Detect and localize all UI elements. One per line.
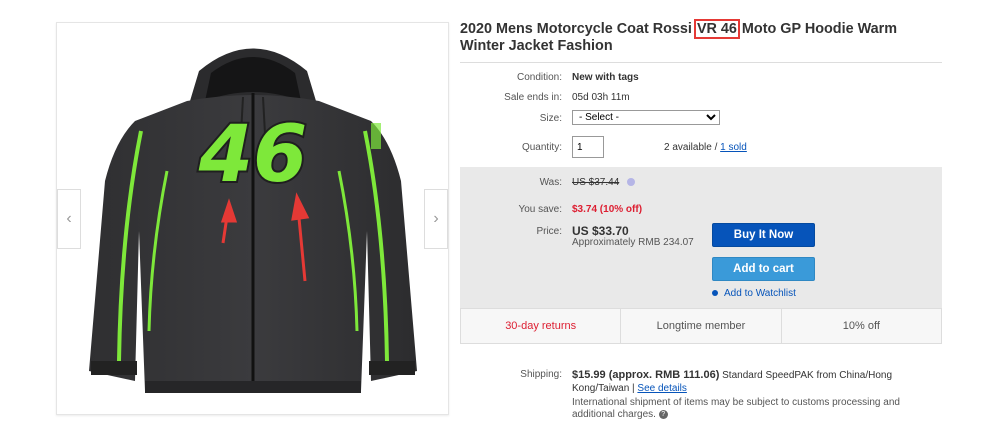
price-value: US $33.70 bbox=[572, 224, 629, 238]
help-icon[interactable]: ? bbox=[658, 409, 668, 419]
sold-link[interactable]: 1 sold bbox=[720, 142, 747, 153]
condition-value: New with tags bbox=[572, 72, 639, 83]
save-label: You save: bbox=[518, 204, 562, 215]
price-approx: Approximately RMB 234.07 bbox=[572, 237, 694, 248]
jacket-number-graphic: 46 bbox=[198, 110, 308, 200]
info-icon[interactable] bbox=[627, 178, 636, 187]
returns-badge: 30-day returns bbox=[461, 309, 622, 343]
shipping-note: International shipment of items may be s… bbox=[572, 397, 900, 420]
image-gallery: 46 ‹ › bbox=[56, 22, 449, 415]
availability: 2 available / 1 sold bbox=[664, 142, 747, 153]
add-to-cart-button[interactable]: Add to cart bbox=[712, 257, 815, 281]
quantity-label: Quantity: bbox=[521, 142, 562, 153]
sale-ends-value: 05d 03h 11m bbox=[572, 92, 630, 103]
product-title: 2020 Mens Motorcycle Coat Rossi VR 46 Mo… bbox=[460, 19, 898, 54]
listing-page: 46 ‹ › 2020 Mens Motorcycle Coat Rossi V… bbox=[0, 0, 991, 422]
shipping-cost: $15.99 (approx. RMB 111.06) bbox=[572, 369, 720, 381]
shipping-value: $15.99 (approx. RMB 111.06) Standard Spe… bbox=[572, 369, 927, 395]
quantity-input[interactable] bbox=[572, 136, 604, 158]
price-box bbox=[460, 167, 942, 308]
seller-badges: 30-day returns Longtime member 10% off bbox=[460, 308, 942, 344]
chevron-right-icon: › bbox=[433, 210, 439, 227]
eye-icon bbox=[712, 290, 718, 297]
sale-ends-label: Sale ends in: bbox=[504, 92, 562, 103]
condition-label: Condition: bbox=[516, 72, 562, 83]
add-to-watchlist-link[interactable]: Add to Watchlist bbox=[712, 288, 796, 299]
chevron-left-icon: ‹ bbox=[66, 210, 72, 227]
save-value: $3.74 (10% off) bbox=[572, 204, 643, 215]
buy-it-now-button[interactable]: Buy It Now bbox=[712, 223, 815, 247]
discount-badge: 10% off bbox=[842, 320, 880, 332]
product-image: 46 bbox=[89, 48, 417, 393]
member-badge: Longtime member bbox=[621, 309, 782, 343]
size-label: Size: bbox=[539, 113, 562, 124]
title-divider bbox=[460, 62, 942, 63]
title-highlight: VR 46 bbox=[693, 19, 740, 39]
size-select[interactable]: - Select - bbox=[572, 110, 720, 125]
gallery-next-button[interactable]: › bbox=[424, 189, 448, 249]
gallery-prev-button[interactable]: ‹ bbox=[57, 189, 81, 249]
was-label: Was: bbox=[539, 177, 562, 188]
shipping-label: Shipping: bbox=[520, 369, 562, 380]
price-label: Price: bbox=[536, 226, 562, 237]
was-price: US $37.44 bbox=[572, 177, 620, 188]
see-details-link[interactable]: See details bbox=[637, 383, 686, 394]
